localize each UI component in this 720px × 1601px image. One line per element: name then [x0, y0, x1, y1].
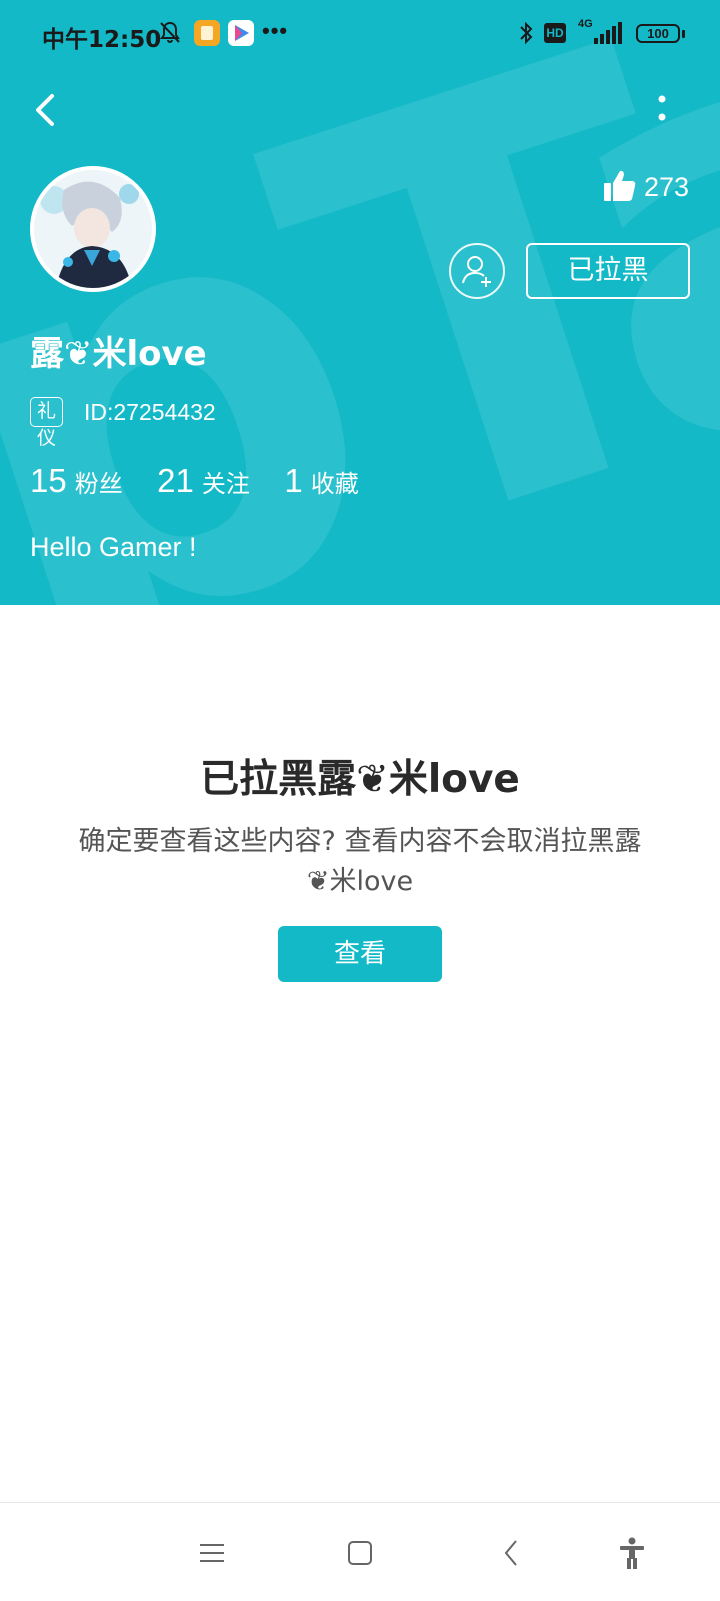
more-options-button[interactable]	[650, 92, 674, 128]
mute-notification-icon	[158, 20, 182, 51]
nav-accessibility-button[interactable]	[612, 1533, 652, 1573]
stat-fans[interactable]: 15 粉丝	[30, 462, 123, 500]
stat-following-value: 21	[157, 462, 194, 499]
stat-fans-label: 粉丝	[74, 470, 123, 498]
username: 露❦米love	[30, 334, 207, 374]
thumbs-up-icon	[604, 170, 636, 201]
menu-icon	[200, 1544, 224, 1562]
stats-row: 15 粉丝 21 关注 1 收藏	[30, 462, 389, 506]
back-button[interactable]	[28, 88, 68, 132]
back-icon	[504, 1540, 517, 1566]
more-notifications-icon: •••	[262, 18, 289, 43]
chevron-left-icon	[36, 94, 54, 126]
etiquette-badge: 礼仪	[30, 397, 64, 449]
follow-button[interactable]	[449, 243, 505, 299]
stat-favorites-label: 收藏	[310, 470, 359, 498]
user-id: ID:27254432	[84, 399, 216, 425]
background-watermark: pTa	[0, 0, 720, 605]
status-bar: 中午12:50 ••• HD 4G 100	[0, 0, 720, 68]
stat-following-label: 关注	[201, 470, 250, 498]
add-user-icon	[462, 256, 491, 287]
stat-fans-value: 15	[30, 462, 67, 499]
battery-tip	[682, 30, 685, 38]
app-notification-icon	[194, 20, 220, 46]
stat-following[interactable]: 21 关注	[157, 462, 250, 500]
accessibility-icon	[620, 1537, 644, 1569]
square-icon	[348, 1541, 372, 1565]
signal-icon	[594, 22, 624, 49]
stat-favorites-value: 1	[284, 462, 303, 499]
profile-header: pTa 中午12:50 ••• HD 4G 100 273 已拉黑 露❦米lov…	[0, 0, 720, 605]
battery-indicator: 100	[636, 24, 680, 43]
status-time: 中午12:50	[42, 27, 162, 53]
blocked-notice-title: 已拉黑露❦米love	[200, 757, 520, 802]
bluetooth-icon	[518, 20, 534, 51]
nav-back-button[interactable]	[492, 1533, 532, 1573]
nav-menu-button[interactable]	[192, 1533, 232, 1573]
stat-favorites[interactable]: 1 收藏	[284, 462, 358, 500]
avatar[interactable]	[30, 166, 156, 292]
blocked-button[interactable]: 已拉黑	[526, 243, 690, 299]
avatar-image	[34, 170, 152, 288]
play-store-icon	[228, 20, 254, 46]
network-type: 4G	[578, 18, 593, 30]
system-navigation-bar	[0, 1502, 720, 1601]
bio: Hello Gamer !	[30, 532, 197, 562]
nav-home-button[interactable]	[340, 1533, 380, 1573]
hd-voice-icon: HD	[544, 23, 566, 43]
vertical-dots-icon	[658, 95, 666, 121]
view-content-button[interactable]: 查看	[278, 926, 442, 982]
blocked-notice-description: 确定要查看这些内容? 查看内容不会取消拉黑露❦米love	[78, 826, 642, 897]
likes-count: 273	[644, 172, 690, 202]
